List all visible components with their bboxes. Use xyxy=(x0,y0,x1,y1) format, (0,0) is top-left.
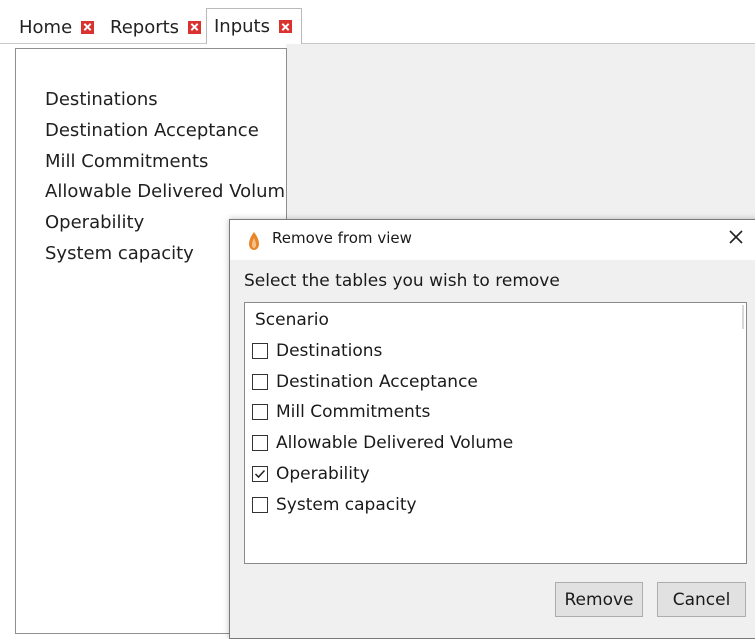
scrollbar[interactable] xyxy=(742,305,744,329)
dialog-title: Remove from view xyxy=(272,229,412,247)
checkbox-row-destinations[interactable]: Destinations xyxy=(252,339,382,363)
tab-inputs[interactable]: Inputs xyxy=(206,8,302,44)
checkbox-destinations[interactable] xyxy=(252,343,268,359)
tab-home-label: Home xyxy=(19,16,73,38)
tab-reports-close-icon[interactable] xyxy=(188,20,202,34)
cancel-button[interactable]: Cancel xyxy=(657,582,746,617)
tab-home[interactable]: Home xyxy=(12,12,102,42)
list-item-mill-commitments[interactable]: Mill Commitments xyxy=(45,147,286,178)
checkbox-allowable-delivered-volume[interactable] xyxy=(252,435,268,451)
checkbox-row-destination-acceptance[interactable]: Destination Acceptance xyxy=(252,370,478,394)
checkbox-operability[interactable] xyxy=(252,466,268,482)
checkbox-row-system-capacity[interactable]: System capacity xyxy=(252,493,417,517)
dialog-close-icon[interactable] xyxy=(727,228,745,246)
checkbox-destination-acceptance[interactable] xyxy=(252,374,268,390)
remove-button[interactable]: Remove xyxy=(555,582,643,617)
tables-checklist: Scenario Destinations Destination Accept… xyxy=(244,302,747,564)
checkbox-label-destinations: Destinations xyxy=(276,341,383,361)
tab-inputs-label: Inputs xyxy=(214,16,270,37)
checkbox-label-mill-commitments: Mill Commitments xyxy=(276,402,431,422)
checkbox-row-mill-commitments[interactable]: Mill Commitments xyxy=(252,400,430,424)
tab-divider xyxy=(0,43,755,44)
tab-reports-label: Reports xyxy=(110,16,180,38)
checkbox-system-capacity[interactable] xyxy=(252,497,268,513)
dialog-titlebar: Remove from view xyxy=(230,220,755,260)
list-item-allowable-delivered-volume[interactable]: Allowable Delivered Volume xyxy=(45,177,286,208)
checkmark-icon xyxy=(254,469,266,479)
checkbox-label-destination-acceptance: Destination Acceptance xyxy=(276,372,478,392)
checklist-header: Scenario xyxy=(255,310,329,330)
tab-inputs-close-icon[interactable] xyxy=(279,20,292,33)
checkbox-label-operability: Operability xyxy=(276,464,370,484)
list-item-destination-acceptance[interactable]: Destination Acceptance xyxy=(45,116,286,147)
tab-strip: Home Reports Inputs xyxy=(0,0,755,44)
tab-reports[interactable]: Reports xyxy=(103,12,205,42)
list-item-destinations[interactable]: Destinations xyxy=(45,85,286,116)
dialog-instruction: Select the tables you wish to remove xyxy=(244,271,560,291)
checkbox-label-allowable-delivered-volume: Allowable Delivered Volume xyxy=(276,433,514,453)
checkbox-row-allowable-delivered-volume[interactable]: Allowable Delivered Volume xyxy=(252,431,513,455)
app-logo-icon xyxy=(249,232,259,250)
tab-home-close-icon[interactable] xyxy=(81,20,95,34)
remove-from-view-dialog: Remove from view Select the tables you w… xyxy=(229,219,755,639)
checkbox-label-system-capacity: System capacity xyxy=(276,495,417,515)
checkbox-mill-commitments[interactable] xyxy=(252,404,268,420)
checkbox-row-operability[interactable]: Operability xyxy=(252,462,370,486)
